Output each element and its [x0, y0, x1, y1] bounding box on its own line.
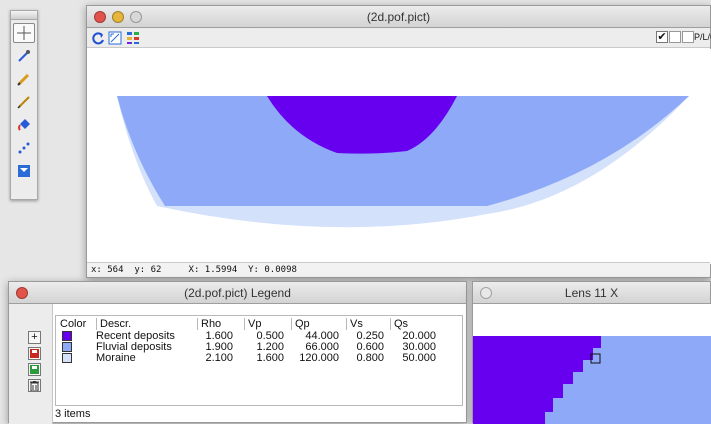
checkbox-3[interactable]	[682, 31, 694, 43]
qs-cell: 50.000	[402, 352, 436, 364]
close-button[interactable]	[94, 11, 106, 23]
plus-icon: +	[31, 331, 38, 343]
col-qp[interactable]: Qp	[291, 318, 310, 330]
zoom-fit-icon[interactable]	[108, 31, 122, 45]
legend-window-title: (2d.pof.pict) Legend	[184, 286, 291, 300]
delete-button[interactable]	[28, 379, 41, 392]
floppy-red-icon	[30, 349, 39, 358]
geology-section	[117, 96, 689, 228]
crosshair-tool[interactable]	[13, 23, 35, 43]
crosshair-icon	[17, 26, 31, 40]
main-toolbar: ✔ P/L/C	[87, 28, 711, 48]
lens-window: Lens 11 X	[472, 281, 711, 424]
table-row[interactable]: Moraine 2.100 1.600 120.000 0.800 50.000	[56, 352, 462, 364]
main-window: (2d.pof.pict) ✔ P/L/C x: 564 y: 62 X: 1.…	[86, 5, 711, 278]
minimize-button[interactable]	[112, 11, 124, 23]
col-color[interactable]: Color	[56, 318, 86, 330]
spray-icon	[18, 142, 30, 154]
add-button[interactable]: +	[28, 331, 41, 344]
floppy-green-icon	[30, 365, 39, 374]
pen-icon	[17, 96, 30, 109]
zoom-button[interactable]	[130, 11, 142, 23]
checkbox-2[interactable]	[669, 31, 681, 43]
descr-cell: Moraine	[96, 352, 136, 364]
table-header: Color Descr. Rho Vp Qp Vs Qs	[56, 318, 462, 330]
legend-close-button[interactable]	[16, 287, 28, 299]
lens-titlebar[interactable]: Lens 11 X	[473, 282, 710, 304]
palette-grid-icon[interactable]	[126, 31, 140, 45]
eyedropper-icon	[18, 50, 30, 62]
drawing-canvas[interactable]	[87, 49, 711, 264]
paint-bucket-icon	[18, 119, 30, 131]
pencil-icon	[17, 73, 30, 86]
plc-label: P/L/C	[694, 32, 711, 42]
main-window-title: (2d.pof.pict)	[366, 10, 431, 24]
layer-tool[interactable]	[13, 161, 35, 181]
main-titlebar[interactable]: (2d.pof.pict)	[87, 6, 710, 28]
legend-table: Color Descr. Rho Vp Qp Vs Qs Recent depo…	[55, 315, 463, 406]
checkbox-1[interactable]: ✔	[656, 31, 668, 43]
col-vs[interactable]: Vs	[346, 318, 363, 330]
trash-icon	[30, 380, 39, 391]
color-swatch[interactable]	[62, 353, 72, 363]
palette-grip[interactable]	[11, 11, 37, 20]
refresh-icon[interactable]	[91, 31, 105, 45]
color-swatch[interactable]	[62, 342, 72, 352]
eyedropper-tool[interactable]	[13, 46, 35, 66]
legend-sidebar: +	[9, 304, 53, 424]
save-green-button[interactable]	[28, 363, 41, 376]
lens-close-button[interactable]	[480, 287, 492, 299]
color-swatch[interactable]	[62, 331, 72, 341]
pencil-tool[interactable]	[13, 69, 35, 89]
item-count: 3 items	[55, 408, 91, 420]
spray-tool[interactable]	[13, 138, 35, 158]
vs-cell: 0.800	[356, 352, 384, 364]
col-rho[interactable]: Rho	[197, 318, 221, 330]
legend-titlebar[interactable]: (2d.pof.pict) Legend	[9, 282, 466, 304]
legend-window: (2d.pof.pict) Legend + Color Descr. Rho …	[8, 281, 467, 424]
save-red-button[interactable]	[28, 347, 41, 360]
col-vp[interactable]: Vp	[244, 318, 261, 330]
status-bar: x: 564 y: 62 X: 1.5994 Y: 0.0098	[87, 262, 710, 277]
lens-view	[473, 304, 711, 424]
col-descr[interactable]: Descr.	[96, 318, 131, 330]
vp-cell: 1.600	[256, 352, 284, 364]
pen-tool[interactable]	[13, 92, 35, 112]
tool-palette	[10, 10, 38, 200]
lens-window-title: Lens 11 X	[564, 286, 619, 300]
qp-cell: 120.000	[299, 352, 339, 364]
layer-icon	[18, 165, 30, 177]
paint-bucket-tool[interactable]	[13, 115, 35, 135]
rho-cell: 2.100	[205, 352, 233, 364]
col-qs[interactable]: Qs	[390, 318, 408, 330]
